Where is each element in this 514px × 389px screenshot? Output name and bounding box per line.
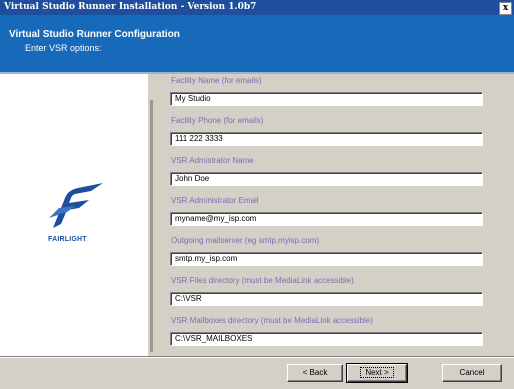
- admin-name-field[interactable]: John Doe: [170, 172, 483, 186]
- fairlight-logo-icon: [49, 183, 103, 228]
- facility-name-label: Facility Name (for emails): [171, 76, 262, 85]
- admin-name-label: VSR Admistrator Name: [171, 156, 254, 165]
- facility-phone-label: Facility Phone (for emails): [171, 116, 264, 125]
- next-button[interactable]: Next >: [346, 363, 408, 383]
- vsr-options-form: Facility Name (for emails) My Studio Fac…: [153, 74, 514, 356]
- admin-email-label: VSR Administrator Email: [171, 196, 259, 205]
- footer-divider-highlight: [0, 357, 514, 358]
- next-button-label: Next >: [360, 367, 394, 378]
- back-button-label: < Back: [302, 368, 328, 377]
- close-icon[interactable]: x: [499, 2, 512, 15]
- header-subtitle: Enter VSR options:: [25, 43, 102, 53]
- files-directory-field[interactable]: C:\VSR: [170, 292, 483, 306]
- title-bar[interactable]: Virtual Studio Runner Installation - Ver…: [0, 0, 514, 15]
- brand-name: FAIRLIGHT: [48, 236, 87, 243]
- back-button[interactable]: < Back: [287, 364, 343, 382]
- mailboxes-directory-label: VSR Mailboxes directory (must be MediaLi…: [171, 316, 373, 325]
- mailserver-label: Outgoing mailserver (eg smtp.myisp.com): [171, 236, 320, 245]
- installer-window: Virtual Studio Runner Installation - Ver…: [0, 0, 514, 389]
- facility-name-field[interactable]: My Studio: [170, 92, 483, 106]
- facility-phone-field[interactable]: 111 222 3333: [170, 132, 483, 146]
- files-directory-label: VSR Files directory (must be MediaLink a…: [171, 276, 354, 285]
- cancel-button-label: Cancel: [459, 368, 485, 377]
- mailboxes-directory-field[interactable]: C:\VSR_MAILBOXES: [170, 332, 483, 346]
- window-title: Virtual Studio Runner Installation - Ver…: [4, 2, 257, 12]
- wizard-header: Virtual Studio Runner Configuration Ente…: [0, 15, 514, 72]
- mailserver-field[interactable]: smtp.my_isp.com: [170, 252, 483, 266]
- header-title: Virtual Studio Runner Configuration: [9, 29, 180, 40]
- admin-email-field[interactable]: myname@my_isp.com: [170, 212, 483, 226]
- cancel-button[interactable]: Cancel: [442, 364, 502, 382]
